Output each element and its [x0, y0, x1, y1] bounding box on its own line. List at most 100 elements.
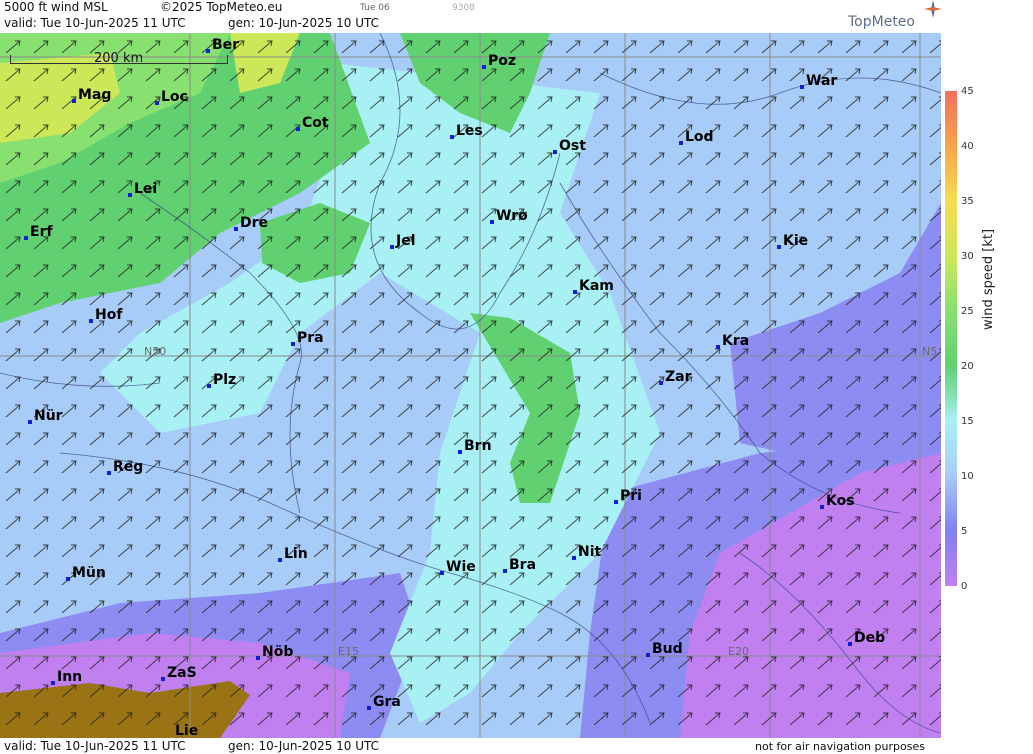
- generated-time: gen: 10-Jun-2025 10 UTC: [228, 16, 380, 30]
- color-legend: 45 40 35 30 25 20 15 10 5 0 wind speed [kt]: [941, 0, 1033, 754]
- city-marker-icon: [458, 450, 462, 454]
- city-marker-icon: [28, 420, 32, 424]
- city-marker-icon: [503, 569, 507, 573]
- city-marker-icon: [72, 99, 76, 103]
- city-label[interactable]: Mag: [72, 87, 111, 103]
- city-marker-icon: [659, 381, 663, 385]
- grid-label-e15: E15: [338, 645, 359, 658]
- compass-icon: [924, 0, 942, 18]
- city-label[interactable]: Nür: [28, 408, 63, 424]
- city-marker-icon: [553, 150, 557, 154]
- city-marker-icon: [89, 319, 93, 323]
- city-marker-icon: [482, 65, 486, 69]
- city-label[interactable]: Poz: [482, 53, 516, 69]
- wind-map[interactable]: 200 km N50 N5 E15 E20 Ber Poz War Mag Lo…: [0, 33, 941, 738]
- legend-tick-label: 5: [961, 526, 968, 537]
- city-label[interactable]: Lod: [679, 129, 714, 145]
- legend-tick-label: 25: [961, 306, 974, 317]
- city-marker-icon: [716, 345, 720, 349]
- city-label[interactable]: Mün: [66, 565, 106, 581]
- city-marker-icon: [450, 135, 454, 139]
- city-label[interactable]: Kie: [777, 233, 808, 249]
- product-title: 5000 ft wind MSL: [4, 0, 108, 14]
- city-label[interactable]: Brn: [458, 438, 492, 454]
- city-marker-icon: [800, 85, 804, 89]
- grid-label-e20: E20: [728, 645, 749, 658]
- legend-unit-label: wind speed [kt]: [981, 228, 996, 330]
- header: 5000 ft wind MSL ©2025 TopMeteo.eu Tue 0…: [0, 0, 941, 33]
- city-marker-icon: [573, 290, 577, 294]
- city-label[interactable]: Kra: [716, 333, 749, 349]
- legend-tick-label: 0: [961, 581, 968, 592]
- footer-valid-time: valid: Tue 10-Jun-2025 11 UTC: [4, 739, 186, 753]
- city-marker-icon: [24, 236, 28, 240]
- legend-tick-label: 20: [961, 361, 974, 372]
- city-label[interactable]: Erf: [24, 224, 53, 240]
- city-label[interactable]: Kam: [573, 278, 614, 294]
- footer: valid: Tue 10-Jun-2025 11 UTC gen: 10-Ju…: [0, 738, 941, 754]
- disclaimer: not for air navigation purposes: [755, 740, 925, 753]
- city-marker-icon: [367, 706, 371, 710]
- city-marker-icon: [155, 101, 159, 105]
- city-marker-icon: [206, 49, 210, 53]
- footer-generated-time: gen: 10-Jun-2025 10 UTC: [228, 739, 380, 753]
- scale-label: 200 km: [94, 51, 144, 66]
- time-tab: Tue 06: [360, 3, 390, 13]
- copyright: ©2025 TopMeteo.eu: [160, 0, 283, 14]
- city-label[interactable]: Wie: [440, 559, 476, 575]
- city-marker-icon: [256, 656, 260, 660]
- city-label[interactable]: Plz: [207, 372, 236, 388]
- city-label[interactable]: Nöb: [256, 644, 293, 660]
- city-label[interactable]: Pra: [291, 330, 324, 346]
- city-marker-icon: [207, 384, 211, 388]
- city-marker-icon: [66, 577, 70, 581]
- city-label[interactable]: Ber: [206, 37, 239, 53]
- city-marker-icon: [291, 342, 295, 346]
- city-label[interactable]: Wrø: [490, 208, 528, 224]
- city-label[interactable]: Deb: [848, 630, 885, 646]
- city-label[interactable]: Reg: [107, 459, 143, 475]
- topmeteo-logo: TopMeteo: [848, 0, 942, 30]
- legend-tick-label: 10: [961, 471, 974, 482]
- city-marker-icon: [572, 556, 576, 560]
- city-marker-icon: [820, 505, 824, 509]
- city-label[interactable]: ZaS: [161, 665, 197, 681]
- legend-tick-label: 40: [961, 141, 974, 152]
- city-marker-icon: [128, 193, 132, 197]
- city-label[interactable]: Les: [450, 123, 483, 139]
- city-label[interactable]: Zar: [659, 369, 692, 385]
- city-label[interactable]: Nit: [572, 544, 601, 560]
- city-label[interactable]: Inn: [51, 669, 82, 685]
- city-label[interactable]: Dre: [234, 215, 268, 231]
- city-marker-icon: [51, 681, 55, 685]
- city-label[interactable]: Cot: [296, 115, 329, 131]
- city-marker-icon: [440, 571, 444, 575]
- city-label[interactable]: Pri: [614, 488, 642, 504]
- city-label[interactable]: Gra: [367, 694, 401, 710]
- run-code: 9308: [452, 3, 475, 13]
- city-label[interactable]: Loc: [155, 89, 188, 105]
- city-label[interactable]: War: [800, 73, 837, 89]
- city-label[interactable]: Bud: [646, 641, 683, 657]
- city-label[interactable]: Jel: [390, 233, 416, 249]
- city-marker-icon: [848, 642, 852, 646]
- valid-time: valid: Tue 10-Jun-2025 11 UTC: [4, 16, 186, 30]
- city-marker-icon: [490, 220, 494, 224]
- city-marker-icon: [234, 227, 238, 231]
- legend-tick-label: 15: [961, 416, 974, 427]
- city-label[interactable]: Hof: [89, 307, 122, 323]
- grid-label-n5: N5: [922, 345, 938, 358]
- city-label[interactable]: Lin: [278, 546, 308, 562]
- city-label[interactable]: Ost: [553, 138, 586, 154]
- city-label[interactable]: Lei: [128, 181, 157, 197]
- city-label[interactable]: Kos: [820, 493, 855, 509]
- city-marker-icon: [161, 677, 165, 681]
- legend-tick-label: 45: [961, 86, 974, 97]
- city-label[interactable]: Lie: [175, 723, 198, 738]
- legend-tick-label: 30: [961, 251, 974, 262]
- legend-tick-label: 35: [961, 196, 974, 207]
- city-marker-icon: [614, 500, 618, 504]
- city-marker-icon: [296, 127, 300, 131]
- city-label[interactable]: Bra: [503, 557, 536, 573]
- city-marker-icon: [107, 471, 111, 475]
